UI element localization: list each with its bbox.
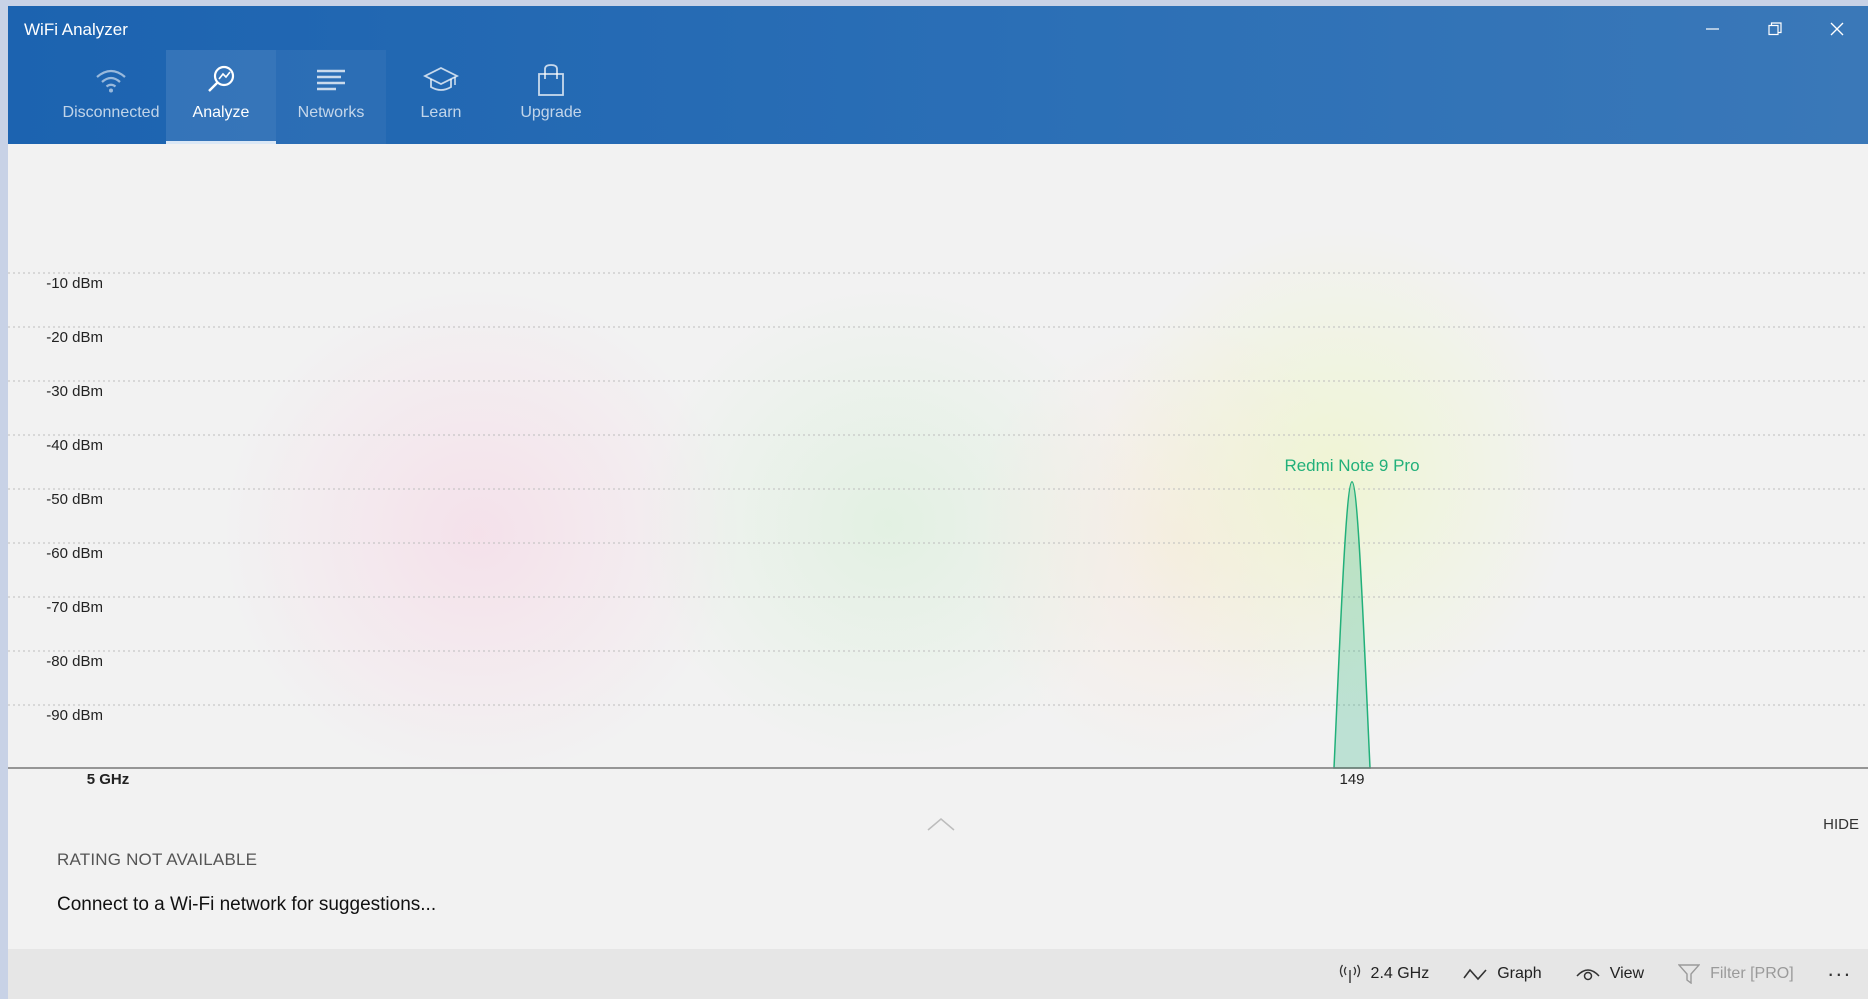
- rating-status: RATING NOT AVAILABLE: [57, 850, 258, 869]
- wifi-icon: [96, 69, 126, 93]
- more-options-button[interactable]: ...: [1828, 958, 1852, 984]
- upgrade-icon: [538, 64, 564, 96]
- filter-icon: [1678, 964, 1701, 984]
- app-window: WiFi Analyzer Disconnected Analyze Netwo…: [8, 6, 1868, 999]
- nav-label: Networks: [297, 104, 365, 121]
- y-tick-label: -10 dBm: [46, 275, 103, 292]
- y-axis-labels: -10 dBm -20 dBm -30 dBm -40 dBm -50 dBm -60 d…: [46, 275, 103, 724]
- y-tick-label: -70 dBm: [46, 599, 103, 616]
- y-tick-label: -80 dBm: [46, 653, 103, 670]
- minimize-button[interactable]: [1682, 6, 1744, 52]
- nav-item-networks[interactable]: Networks: [276, 50, 386, 144]
- x-axis-labels: 149: [1339, 771, 1364, 788]
- close-icon: [1830, 22, 1844, 36]
- band-label: 2.4 GHz: [1370, 965, 1430, 982]
- networks-icon: [317, 69, 345, 91]
- band-label: 5 GHz: [87, 771, 130, 788]
- chevron-up-icon[interactable]: [926, 816, 956, 832]
- background-tint: [218, 224, 1578, 784]
- network-label[interactable]: Redmi Note 9 Pro: [1284, 456, 1419, 475]
- analyze-icon: [208, 65, 235, 92]
- y-tick-label: -20 dBm: [46, 329, 103, 346]
- nav-item-learn[interactable]: Learn: [386, 50, 496, 144]
- filter-button[interactable]: Filter [PRO]: [1678, 964, 1794, 984]
- app-title: WiFi Analyzer: [24, 20, 128, 39]
- nav-label: Learn: [420, 104, 462, 121]
- status-bar: 2.4 GHz Graph View Filter [PRO] ...: [8, 949, 1868, 999]
- graph-icon: [1463, 968, 1487, 981]
- view-button[interactable]: View: [1576, 965, 1644, 983]
- y-tick-label: -60 dBm: [46, 545, 103, 562]
- nav-item-disconnected[interactable]: Disconnected: [56, 50, 166, 144]
- nav-item-upgrade[interactable]: Upgrade: [496, 50, 606, 144]
- close-button[interactable]: [1806, 6, 1868, 52]
- restore-button[interactable]: [1744, 6, 1806, 52]
- band-selector[interactable]: 2.4 GHz: [1339, 964, 1430, 984]
- graph-button[interactable]: Graph: [1463, 965, 1542, 983]
- graph-label: Graph: [1497, 965, 1542, 982]
- nav-label: Disconnected: [62, 104, 160, 121]
- y-tick-label: -40 dBm: [46, 437, 103, 454]
- hide-panel-button[interactable]: HIDE: [1823, 816, 1859, 833]
- x-tick-label: 149: [1339, 771, 1364, 788]
- restore-icon: [1768, 22, 1782, 36]
- view-label: View: [1609, 965, 1645, 982]
- y-tick-label: -30 dBm: [46, 383, 103, 400]
- nav-label: Analyze: [192, 104, 250, 121]
- filter-label: Filter [PRO]: [1710, 965, 1794, 982]
- signal-chart: -10 dBm -20 dBm -30 dBm -40 dBm -50 dBm -60 d…: [8, 144, 1868, 831]
- antenna-icon: [1339, 964, 1360, 983]
- minimize-icon: [1706, 28, 1719, 30]
- y-tick-label: -90 dBm: [46, 707, 103, 724]
- eye-icon: [1576, 969, 1600, 981]
- y-tick-label: -50 dBm: [46, 491, 103, 508]
- nav-bar: Disconnected Analyze Networks Learn Upgr…: [56, 50, 606, 144]
- signal-chart-svg: -10 dBm -20 dBm -30 dBm -40 dBm -50 dBm -60 d…: [8, 224, 1868, 788]
- title-bar: WiFi Analyzer Disconnected Analyze Netwo…: [8, 6, 1868, 144]
- suggestion-text: Connect to a Wi-Fi network for suggestio…: [57, 894, 437, 915]
- learn-icon: [423, 66, 459, 91]
- nav-label: Upgrade: [520, 104, 582, 121]
- nav-item-analyze[interactable]: Analyze: [166, 50, 276, 144]
